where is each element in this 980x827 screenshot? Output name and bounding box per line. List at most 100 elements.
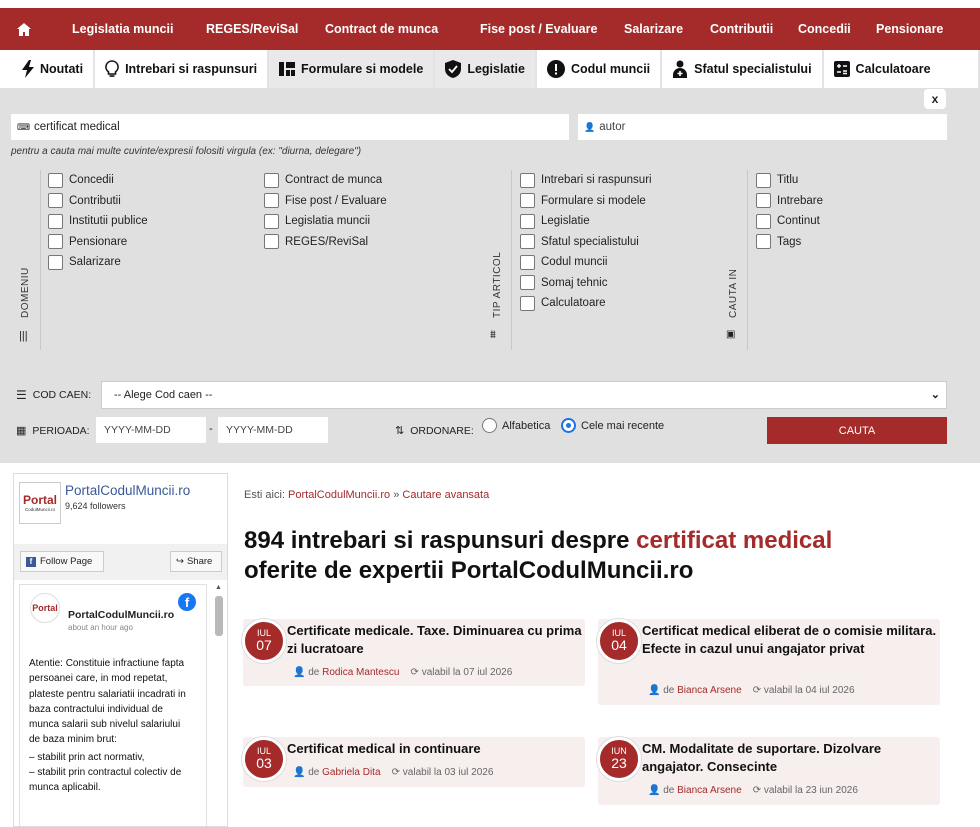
lightbulb-icon xyxy=(105,60,119,77)
checkbox-codul-muncii[interactable]: Codul muncii xyxy=(520,252,652,273)
target-icon: ▣ xyxy=(726,329,736,340)
article-author[interactable]: Bianca Arsene xyxy=(677,785,742,796)
author-placeholder: autor xyxy=(599,121,626,133)
breadcrumb-current-link[interactable]: Cautare avansata xyxy=(402,489,489,501)
date-separator: - xyxy=(209,423,213,435)
main-nav: Legislatia muncii REGES/ReviSal Contract… xyxy=(0,8,980,50)
page-logo: Portal CodulMuncii.ro xyxy=(19,482,61,524)
checkbox-intrebari[interactable]: Intrebari si raspunsuri xyxy=(520,170,652,191)
calendar-icon: ▦ xyxy=(16,425,27,437)
tab-codul-muncii[interactable]: Codul muncii xyxy=(536,50,661,88)
checkbox-pensionare[interactable]: Pensionare xyxy=(48,232,148,253)
page-name[interactable]: PortalCodulMuncii.ro xyxy=(65,483,190,498)
article-meta: 👤 de Gabriela Dita ⟳ valabil la 03 iul 2… xyxy=(293,767,494,778)
checkbox-fise-post[interactable]: Fise post / Evaluare xyxy=(264,191,387,212)
domeniu-col2: Contract de munca Fise post / Evaluare L… xyxy=(264,170,387,252)
tab-formulare[interactable]: Formulare si modele xyxy=(269,50,434,88)
author-input[interactable]: 👤 autor xyxy=(578,114,947,140)
caen-select[interactable]: -- Alege Cod caen -- ⌄ xyxy=(101,381,947,409)
checkbox-intrebare[interactable]: Intrebare xyxy=(756,191,823,212)
perioada-label: ▦ PERIOADA: xyxy=(16,424,90,438)
tab-legislatie[interactable]: Legislatie xyxy=(435,50,535,88)
tab-noutati[interactable]: Noutati xyxy=(0,50,94,88)
radio-recente[interactable]: Cele mai recente xyxy=(561,418,664,433)
article-author[interactable]: Gabriela Dita xyxy=(322,767,380,778)
checkbox-reges[interactable]: REGES/ReviSal xyxy=(264,232,387,253)
checkbox-concedii[interactable]: Concedii xyxy=(48,170,148,191)
article-author[interactable]: Bianca Arsene xyxy=(677,685,742,696)
caen-label: ☰ COD CAEN: xyxy=(16,388,92,402)
article-title[interactable]: CM. Modalitate de suportare. Dizolvare a… xyxy=(642,740,937,776)
post-author[interactable]: PortalCodulMuncii.ro xyxy=(68,609,174,621)
checkbox-salarizare[interactable]: Salarizare xyxy=(48,252,148,273)
divider xyxy=(747,170,748,350)
post-avatar: Portal xyxy=(30,593,60,623)
article-title[interactable]: Certificate medicale. Taxe. Diminuarea c… xyxy=(287,622,582,658)
article-card[interactable]: IUN 23 CM. Modalitate de suportare. Dizol… xyxy=(597,737,940,805)
checkbox-sfatul[interactable]: Sfatul specialistului xyxy=(520,232,652,253)
tip-articol-label: TIP ARTICOL xyxy=(492,251,503,318)
list-icon: ☰ xyxy=(16,388,27,402)
checkbox-legislatia[interactable]: Legislatia muncii xyxy=(264,211,387,232)
user-icon: 👤 xyxy=(584,121,596,132)
keyboard-icon: ⌨ xyxy=(17,121,30,132)
ordonare-label: ⇅ ORDONARE: xyxy=(395,424,474,438)
checkbox-contributii[interactable]: Contributii xyxy=(48,191,148,212)
exclamation-icon xyxy=(546,60,565,78)
date-to-input[interactable]: YYYY-MM-DD xyxy=(218,417,328,443)
breadcrumb: Esti aici: PortalCodulMuncii.ro » Cautar… xyxy=(244,489,490,501)
tab-label: Formulare si modele xyxy=(301,62,424,76)
checkbox-titlu[interactable]: Titlu xyxy=(756,170,823,191)
caen-value: -- Alege Cod caen -- xyxy=(114,389,213,401)
checkbox-institutii[interactable]: Institutii publice xyxy=(48,211,148,232)
article-card[interactable]: IUL 07 Certificate medicale. Taxe. Diminu… xyxy=(242,619,585,686)
scrollbar[interactable]: ▲ xyxy=(215,584,223,826)
tab-label: Legislatie xyxy=(467,62,525,76)
date-badge: IUL 03 xyxy=(242,737,286,781)
facebook-small-icon: f xyxy=(26,556,36,567)
article-meta: 👤 de Rodica Mantescu ⟳ valabil la 07 iul… xyxy=(293,667,513,678)
breadcrumb-home-link[interactable]: PortalCodulMuncii.ro xyxy=(288,489,390,501)
checkbox-continut[interactable]: Continut xyxy=(756,211,823,232)
checkbox-somaj[interactable]: Somaj tehnic xyxy=(520,273,652,294)
search-hint: pentru a cauta mai multe cuvinte/expresi… xyxy=(11,146,362,157)
checkbox-calculatoare[interactable]: Calculatoare xyxy=(520,293,652,314)
article-title[interactable]: Certificat medical eliberat de o comisie… xyxy=(642,622,937,658)
close-button[interactable]: x xyxy=(924,89,946,109)
nav-concedii[interactable]: Concedii xyxy=(798,22,851,36)
lightning-icon xyxy=(22,60,34,78)
nav-pensionare[interactable]: Pensionare xyxy=(876,22,943,36)
search-button[interactable]: CAUTA xyxy=(767,417,947,444)
home-icon[interactable] xyxy=(0,8,48,50)
checkbox-tags[interactable]: Tags xyxy=(756,232,823,253)
checkbox-formulare[interactable]: Formulare si modele xyxy=(520,191,652,212)
article-card[interactable]: IUL 03 Certificat medical in continuare 👤… xyxy=(242,737,585,787)
facebook-widget: Portal CodulMuncii.ro PortalCodulMuncii.… xyxy=(13,473,228,827)
divider xyxy=(511,170,512,350)
nav-salarizare[interactable]: Salarizare xyxy=(624,22,683,36)
nav-contributii[interactable]: Contributii xyxy=(710,22,773,36)
date-from-input[interactable]: YYYY-MM-DD xyxy=(96,417,206,443)
tab-calculatoare[interactable]: Calculatoare xyxy=(823,50,978,88)
nav-reges[interactable]: REGES/ReviSal xyxy=(206,22,298,36)
follow-page-button[interactable]: f Follow Page xyxy=(20,551,104,572)
domeniu-col1: Concedii Contributii Institutii publice … xyxy=(48,170,148,273)
radio-alfabetica[interactable]: Alfabetica xyxy=(482,418,550,433)
scrollbar-thumb[interactable] xyxy=(215,596,223,636)
post-time: about an hour ago xyxy=(68,623,133,632)
divider xyxy=(40,170,41,350)
nav-fise-post[interactable]: Fise post / Evaluare xyxy=(480,22,597,36)
checkbox-contract[interactable]: Contract de munca xyxy=(264,170,387,191)
nav-contract-de-munca[interactable]: Contract de munca xyxy=(325,22,438,36)
tab-intrebari[interactable]: Intrebari si raspunsuri xyxy=(95,50,268,88)
share-button[interactable]: ↪ Share xyxy=(170,551,222,572)
keyword-value: certificat medical xyxy=(34,121,120,133)
article-title[interactable]: Certificat medical in continuare xyxy=(287,740,582,758)
article-author[interactable]: Rodica Mantescu xyxy=(322,667,399,678)
tab-sfatul[interactable]: Sfatul specialistului xyxy=(662,50,822,88)
nav-legislatia-muncii[interactable]: Legislatia muncii xyxy=(72,22,173,36)
calculator-icon xyxy=(833,61,850,77)
keyword-input[interactable]: ⌨ certificat medical xyxy=(11,114,569,140)
article-card[interactable]: IUL 04 Certificat medical eliberat de o c… xyxy=(597,619,940,705)
checkbox-legislatie[interactable]: Legislatie xyxy=(520,211,652,232)
